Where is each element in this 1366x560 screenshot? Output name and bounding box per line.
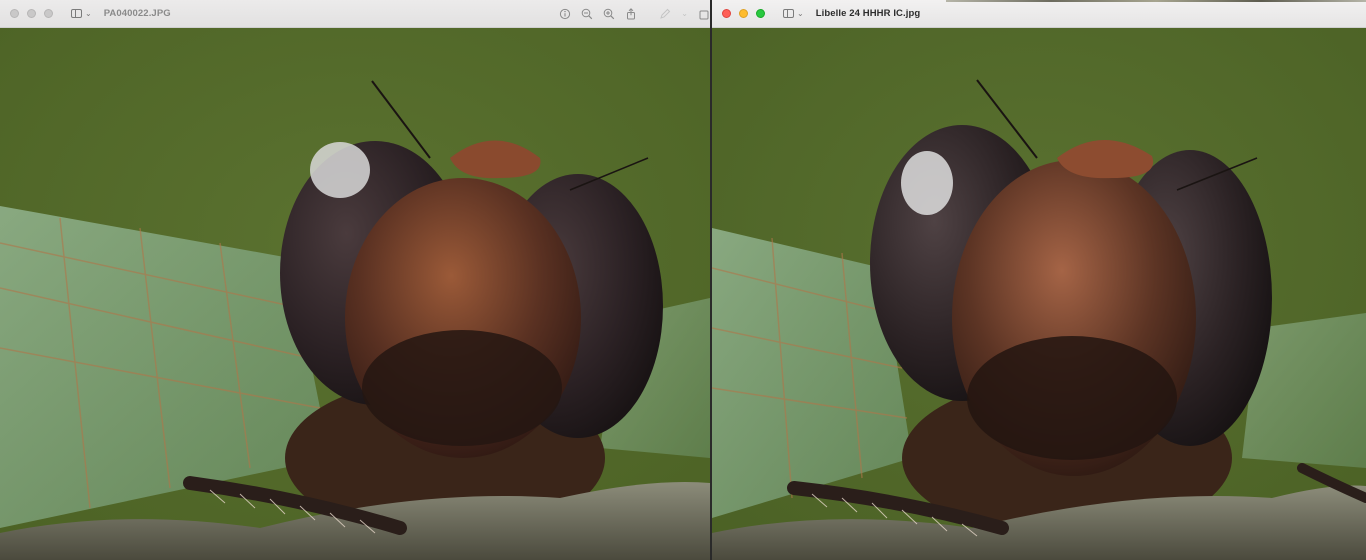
- rotate-icon: [699, 10, 709, 20]
- share-button[interactable]: [625, 8, 637, 20]
- zoom-out-icon: [581, 8, 593, 20]
- dragonfly-photo-right: [712, 28, 1366, 560]
- zoom-out-button[interactable]: [581, 8, 593, 20]
- share-icon: [627, 8, 636, 20]
- toolbar-left: ⌄: [559, 0, 710, 28]
- sidebar-toggle-button[interactable]: ⌄: [71, 9, 92, 18]
- chevron-down-icon: ⌄: [797, 8, 804, 18]
- zoom-in-button[interactable]: [603, 8, 615, 20]
- screen: ⌄ PA040022.JPG ⌄ ⌄ Libelle 24 HHHR IC.jp…: [0, 0, 1366, 560]
- minimize-button[interactable]: [27, 9, 36, 18]
- zoom-button[interactable]: [44, 9, 53, 18]
- title-bar-left[interactable]: ⌄ PA040022.JPG ⌄: [0, 0, 710, 28]
- zoom-button[interactable]: [756, 9, 765, 18]
- background-strip: [946, 0, 1366, 2]
- sidebar-icon: [783, 9, 794, 18]
- title-bar-right[interactable]: ⌄ Libelle 24 HHHR IC.jpg: [712, 0, 1366, 28]
- sidebar-toggle-button[interactable]: ⌄: [783, 9, 804, 18]
- info-icon: [560, 8, 571, 20]
- preview-window-right: ⌄ Libelle 24 HHHR IC.jpg: [712, 0, 1366, 560]
- rotate-button[interactable]: [698, 8, 710, 20]
- chevron-down-icon: ⌄: [85, 8, 92, 18]
- markup-button[interactable]: [659, 8, 671, 20]
- dragonfly-photo-left: [0, 28, 710, 560]
- preview-window-left: ⌄ PA040022.JPG ⌄: [0, 0, 710, 560]
- close-button[interactable]: [10, 9, 19, 18]
- close-button[interactable]: [722, 9, 731, 18]
- window-controls-right: [722, 9, 765, 18]
- info-button[interactable]: [559, 8, 571, 20]
- window-controls-left: [10, 9, 53, 18]
- markup-chevron-icon[interactable]: ⌄: [681, 10, 688, 18]
- sidebar-icon: [71, 9, 82, 18]
- dragonfly-image: [712, 28, 1366, 560]
- markup-pen-icon: [660, 8, 671, 19]
- dragonfly-image: [0, 28, 710, 560]
- window-title-left: PA040022.JPG: [103, 8, 171, 19]
- zoom-in-icon: [603, 8, 615, 20]
- minimize-button[interactable]: [739, 9, 748, 18]
- window-title-right: Libelle 24 HHHR IC.jpg: [815, 8, 921, 19]
